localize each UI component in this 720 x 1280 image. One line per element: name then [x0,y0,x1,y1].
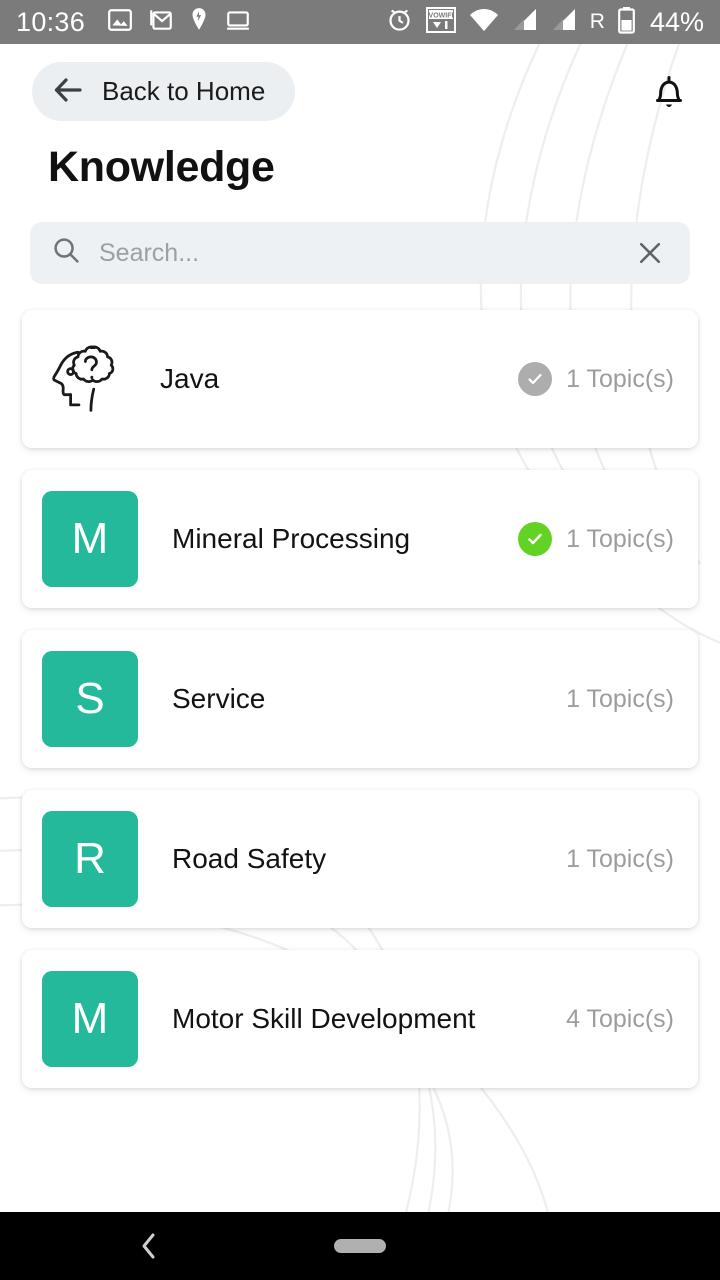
search-input[interactable] [99,238,614,268]
list-item-title: Java [160,363,220,394]
list-item[interactable]: Java 1 Topic(s) [22,310,698,448]
back-to-home-label: Back to Home [102,76,266,106]
topic-count-label: 1 Topic(s) [566,364,674,393]
check-circle-icon [518,362,553,396]
list-item-title: Road Safety [172,843,327,874]
list-item[interactable]: R Road Safety 1 Topic(s) [22,790,698,928]
screen-top-bar: Back to Home [0,44,720,121]
signal-bars-icon [512,8,538,37]
battery-icon [618,6,635,39]
svg-text:VOWIFI: VOWIFI [428,12,453,19]
clear-search-button[interactable] [632,235,668,271]
list-item-title: Motor Skill Development [172,1003,476,1034]
letter-avatar: M [42,491,138,587]
battery-percent-label: 44% [649,6,704,37]
photos-icon [107,7,133,38]
cast-screen-icon [224,7,252,38]
page-title: Knowledge [48,143,275,191]
system-navigation-bar [0,1212,720,1280]
back-to-home-button[interactable]: Back to Home [32,62,296,121]
system-back-button[interactable] [138,1231,160,1261]
bell-icon [652,74,686,115]
system-home-handle[interactable] [334,1239,386,1253]
status-bar-system-icons: VOWIFI R 44% [386,6,704,39]
topic-count-label: 4 Topic(s) [566,1004,674,1033]
list-item[interactable]: M Mineral Processing 1 Topic(s) [22,470,698,608]
close-icon [636,239,664,267]
knowledge-list: Java 1 Topic(s) M Mineral Processing 1 T… [0,284,720,1088]
list-item-title: Mineral Processing [172,523,411,554]
list-item-meta: 4 Topic(s) [566,1005,674,1034]
head-thought-question-icon [42,331,138,427]
signal-bars-2-icon [551,8,577,37]
screen-content: Back to Home Knowledge Search... Java 1 … [0,44,720,1212]
letter-avatar: R [42,811,138,907]
topic-count-label: 1 Topic(s) [566,844,674,873]
status-bar-clock: 10:36 [16,6,86,37]
topic-count-label: 1 Topic(s) [566,524,674,553]
topic-count-label: 1 Topic(s) [566,684,674,713]
list-item-meta: 1 Topic(s) [518,522,674,556]
notification-bell-button[interactable] [644,62,694,115]
wifi-icon [469,8,499,37]
search-bar[interactable] [30,222,690,284]
vowifi-icon: VOWIFI [425,6,456,39]
list-item[interactable]: M Motor Skill Development 4 Topic(s) [22,950,698,1088]
list-item-title: Service [172,683,266,714]
search-section [0,192,720,284]
status-bar: 10:36 VOWIFI R 44% [0,0,720,44]
chevron-left-icon [138,1231,160,1261]
gmail-icon [148,7,174,38]
search-icon [52,236,81,270]
location-pin-icon [189,7,209,38]
alarm-clock-icon [386,6,413,38]
list-item-meta: 1 Topic(s) [566,845,674,874]
roaming-indicator: R [589,10,605,33]
check-circle-icon [518,522,553,556]
arrow-left-icon [54,77,86,106]
letter-avatar: S [42,651,138,747]
list-item-meta: 1 Topic(s) [518,362,674,396]
list-item-meta: 1 Topic(s) [566,685,674,714]
letter-avatar: M [42,971,138,1067]
status-bar-notification-icons [107,7,252,38]
list-item[interactable]: S Service 1 Topic(s) [22,630,698,768]
